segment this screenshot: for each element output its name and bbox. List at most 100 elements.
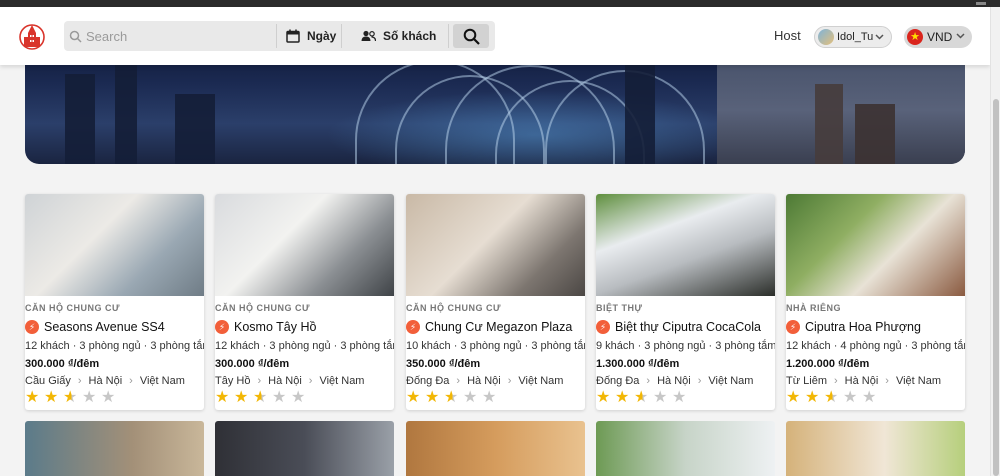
rating-stars: ★ ★ ★ ★ ★ <box>25 390 120 406</box>
search-button[interactable] <box>453 24 489 48</box>
listing-location: Đống Đa › Hà Nội › Việt Nam <box>406 375 563 387</box>
listing-details: 10 khách · 3 phòng ngủ · 3 phòng tắm <box>406 340 585 352</box>
listing-category: CĂN HỘ CHUNG CƯ <box>25 303 120 313</box>
star-icon: ★ <box>805 389 820 406</box>
location-country: Việt Nam <box>139 375 185 387</box>
location-district: Tây Hồ <box>215 375 251 387</box>
listing-title[interactable]: Kosmo Tây Hồ <box>234 320 316 334</box>
instant-book-icon: ⚡ <box>786 320 800 334</box>
window-top-strip <box>0 0 1000 7</box>
listing-details: 12 khách · 4 phòng ngủ · 3 phòng tắm <box>786 340 965 352</box>
listing-location: Tây Hồ › Hà Nội › Việt Nam <box>215 375 364 387</box>
location-country: Việt Nam <box>518 375 564 387</box>
listing-title[interactable]: Chung Cư Megazon Plaza <box>425 320 572 334</box>
star-icon: ★ <box>653 389 668 406</box>
search-placeholder: Search <box>86 28 128 44</box>
star-icon: ★ <box>672 389 687 406</box>
chevron-right-icon: › <box>885 375 889 387</box>
listing-details: 12 khách · 3 phòng ngủ · 3 phòng tắm <box>215 340 394 352</box>
listing-card[interactable]: BIỆT THỰ ⚡ Biệt thự Ciputra CocaCola 9 k… <box>596 194 775 410</box>
logo-icon[interactable] <box>19 22 45 50</box>
listing-title-row[interactable]: ⚡ Ciputra Hoa Phượng <box>786 320 921 334</box>
listing-card-photo[interactable] <box>215 421 394 476</box>
listing-location: Đống Đa › Hà Nội › Việt Nam <box>596 375 753 387</box>
listing-location: Cầu Giấy › Hà Nội › Việt Nam <box>25 375 185 387</box>
star-icon: ★ <box>291 389 306 406</box>
star-icon: ★ <box>843 389 858 406</box>
location-city: Hà Nội <box>88 375 123 387</box>
listing-card[interactable]: CĂN HỘ CHUNG CƯ ⚡ Kosmo Tây Hồ 12 khách … <box>215 194 394 410</box>
listing-title-row[interactable]: ⚡ Biệt thự Ciputra CocaCola <box>596 320 761 334</box>
location-city: Hà Nội <box>467 375 501 387</box>
location-city: Hà Nội <box>657 375 691 387</box>
listing-price: 1.300.000 ₫/đêm <box>596 358 680 370</box>
user-menu-button[interactable]: Idol_Tu <box>814 26 892 48</box>
avatar <box>818 29 834 45</box>
currency-selector[interactable]: ★ VND <box>904 26 972 48</box>
listing-title[interactable]: Seasons Avenue SS4 <box>44 320 165 334</box>
guests-picker-button[interactable]: Số khách <box>361 21 436 51</box>
rating-stars: ★ ★ ★ ★ ★ <box>215 390 310 406</box>
star-icon: ★ <box>862 389 877 406</box>
date-picker-button[interactable]: Ngày <box>286 21 336 51</box>
listing-category: NHÀ RIÊNG <box>786 303 842 313</box>
listing-photo[interactable] <box>596 194 775 296</box>
location-country: Việt Nam <box>319 375 365 387</box>
listing-price: 350.000 ₫/đêm <box>406 358 481 370</box>
listing-title[interactable]: Ciputra Hoa Phượng <box>805 320 921 334</box>
listing-card[interactable]: CĂN HỘ CHUNG CƯ ⚡ Seasons Avenue SS4 12 … <box>25 194 204 410</box>
search-input[interactable]: Search <box>64 21 276 51</box>
chevron-right-icon: › <box>308 375 313 387</box>
star-icon: ★ <box>406 389 421 406</box>
currency-label: VND <box>927 30 953 44</box>
star-icon: ★ <box>215 389 230 406</box>
page-scrollbar[interactable] <box>990 7 1000 476</box>
listing-title-row[interactable]: ⚡ Seasons Avenue SS4 <box>25 320 165 334</box>
listing-title[interactable]: Biệt thự Ciputra CocaCola <box>615 320 761 334</box>
star-icon: ★ <box>25 389 40 406</box>
instant-book-icon: ⚡ <box>215 320 229 334</box>
star-icon: ★ <box>234 389 249 406</box>
listing-details: 9 khách · 3 phòng ngủ · 3 phòng tắm <box>596 340 775 352</box>
listing-category: CĂN HỘ CHUNG CƯ <box>406 303 501 313</box>
star-icon: ★ <box>425 389 440 406</box>
chevron-right-icon: › <box>507 375 512 387</box>
search-icon <box>69 30 82 43</box>
star-icon: ★ <box>63 390 80 406</box>
location-district: Từ Liêm <box>786 375 827 387</box>
chevron-down-icon <box>956 33 965 39</box>
star-icon: ★ <box>824 390 841 406</box>
instant-book-icon: ⚡ <box>406 320 420 334</box>
listing-card-photo[interactable] <box>406 421 585 476</box>
location-city: Hà Nội <box>844 375 879 387</box>
star-icon: ★ <box>101 389 116 406</box>
location-city: Hà Nội <box>268 375 302 387</box>
host-link[interactable]: Host <box>774 28 801 43</box>
star-icon: ★ <box>272 389 287 406</box>
chevron-right-icon: › <box>833 375 838 387</box>
listing-photo[interactable] <box>25 194 204 296</box>
chevron-right-icon: › <box>456 375 461 387</box>
search-bar: Search Ngày Số khách <box>64 21 495 51</box>
listing-category: CĂN HỘ CHUNG CƯ <box>215 303 310 313</box>
chevron-right-icon: › <box>77 375 82 387</box>
vietnam-flag-icon: ★ <box>907 29 923 45</box>
listing-card-photo[interactable] <box>786 421 965 476</box>
star-icon: ★ <box>482 389 497 406</box>
listing-card-photo[interactable] <box>25 421 204 476</box>
listing-card[interactable]: CĂN HỘ CHUNG CƯ ⚡ Chung Cư Megazon Plaza… <box>406 194 585 410</box>
listing-title-row[interactable]: ⚡ Kosmo Tây Hồ <box>215 320 316 334</box>
people-icon <box>361 30 376 42</box>
location-district: Đống Đa <box>596 375 640 387</box>
listing-photo[interactable] <box>215 194 394 296</box>
guests-label: Số khách <box>383 29 437 43</box>
scrollbar-thumb[interactable] <box>993 99 999 476</box>
location-country: Việt Nam <box>708 375 754 387</box>
listing-title-row[interactable]: ⚡ Chung Cư Megazon Plaza <box>406 320 572 334</box>
star-icon: ★ <box>253 390 270 406</box>
chevron-right-icon: › <box>129 375 133 387</box>
listing-photo[interactable] <box>786 194 965 296</box>
listing-card[interactable]: NHÀ RIÊNG ⚡ Ciputra Hoa Phượng 12 khách … <box>786 194 965 410</box>
listing-photo[interactable] <box>406 194 585 296</box>
listing-card-photo[interactable] <box>596 421 775 476</box>
